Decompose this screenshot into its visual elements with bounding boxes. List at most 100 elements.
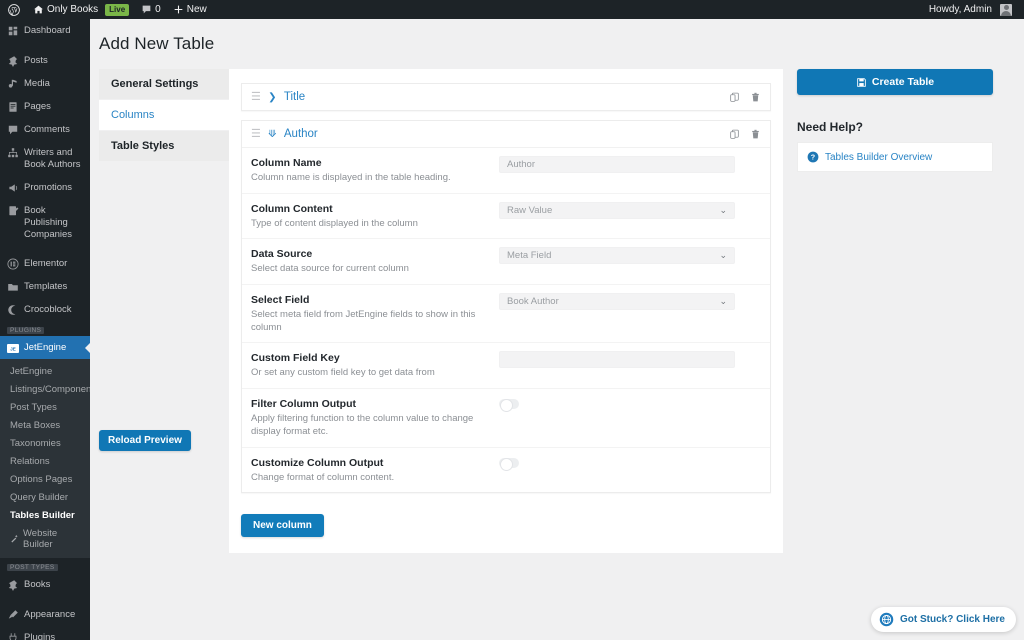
live-badge: Live: [105, 4, 129, 16]
filter-column-output-toggle[interactable]: [499, 399, 519, 409]
sidebar-item-comments[interactable]: Comments: [0, 118, 90, 141]
sidebar-item-label: Promotions: [24, 181, 72, 194]
field-control: Author: [499, 156, 761, 173]
field-control: Book Author⌄: [499, 293, 761, 310]
sidebar-item-label: Dashboard: [24, 24, 70, 37]
submenu-item-meta-boxes[interactable]: Meta Boxes: [0, 416, 90, 434]
submenu-item-jetengine[interactable]: JetEngine: [0, 362, 90, 380]
sidebar-item-elementor[interactable]: Elementor: [0, 252, 90, 275]
column-item-title[interactable]: ☰ ❯ Title: [241, 83, 771, 111]
sidebar-item-label: Crocoblock: [24, 303, 72, 316]
chevron-down-icon: ⌄: [719, 205, 727, 216]
settings-tabs[interactable]: General SettingsColumnsTable Styles: [99, 69, 229, 553]
submenu-item-label: Post Types: [10, 402, 57, 413]
publish-sidebar: Create Table Need Help? ? Tables Builder…: [797, 69, 993, 553]
new-content-button[interactable]: New: [167, 0, 213, 19]
wordpress-logo-button[interactable]: [0, 0, 27, 19]
help-link[interactable]: Tables Builder Overview: [825, 152, 932, 163]
submenu-item-taxonomies[interactable]: Taxonomies: [0, 434, 90, 452]
customize-column-output-toggle[interactable]: [499, 458, 519, 468]
sidebar-item-label: Pages: [24, 100, 51, 113]
site-name-button[interactable]: Only Books Live: [27, 0, 135, 19]
field-row-customize-column-output: Customize Column OutputChange format of …: [242, 448, 770, 492]
new-column-button[interactable]: New column: [241, 514, 324, 537]
drag-handle-icon[interactable]: ☰: [251, 92, 261, 103]
sidebar-item-posts[interactable]: Posts: [0, 49, 90, 72]
sidebar-item-appearance[interactable]: Appearance: [0, 603, 90, 626]
select-field-select[interactable]: Book Author⌄: [499, 293, 735, 310]
duplicate-icon[interactable]: [729, 129, 740, 140]
tab-table-styles[interactable]: Table Styles: [99, 131, 229, 162]
field-description: Type of content displayed in the column: [251, 217, 489, 230]
submenu-item-listings-components[interactable]: Listings/Components: [0, 380, 90, 398]
sidebar-item-books[interactable]: Books: [0, 573, 90, 596]
duplicate-icon[interactable]: [729, 92, 740, 103]
sidebar-item-label: Book Publishing Companies: [24, 204, 84, 241]
site-name-label: Only Books: [47, 4, 98, 15]
chevron-down-icon: ⌄: [719, 250, 727, 261]
sidebar-item-label: Plugins: [24, 631, 55, 640]
field-label: Column ContentType of content displayed …: [251, 202, 499, 230]
field-row-column-name: Column NameColumn name is displayed in t…: [242, 148, 770, 193]
howdy-label: Howdy, Admin: [929, 4, 992, 15]
sidebar-item-writers-and-book-authors[interactable]: Writers and Book Authors: [0, 141, 90, 176]
drag-handle-icon[interactable]: ☰: [251, 129, 261, 140]
column-header[interactable]: ☰ ⟱ Author: [242, 121, 770, 148]
field-label: Customize Column OutputChange format of …: [251, 456, 499, 484]
field-label: Data SourceSelect data source for curren…: [251, 247, 499, 275]
comment-icon: [7, 124, 19, 136]
sidebar-item-jetengine[interactable]: JE JetEngine: [0, 336, 90, 359]
sidebar-item-media[interactable]: Media: [0, 72, 90, 95]
tab-general-settings[interactable]: General Settings: [99, 69, 229, 100]
sidebar-item-pages[interactable]: Pages: [0, 95, 90, 118]
admin-sidebar-menu[interactable]: Dashboard PostsMedia Pages Comments Writers …: [0, 19, 90, 640]
field-description: Change format of column content.: [251, 471, 489, 484]
select-value: Meta Field: [507, 250, 551, 261]
svg-text:JE: JE: [10, 346, 16, 351]
sidebar-item-promotions[interactable]: Promotions: [0, 176, 90, 199]
jetengine-submenu[interactable]: JetEngineListings/Components Post Types Me…: [0, 359, 90, 558]
column-settings-fields: Column NameColumn name is displayed in t…: [242, 148, 770, 492]
delete-icon[interactable]: [750, 92, 761, 103]
submenu-item-relations[interactable]: Relations: [0, 452, 90, 470]
submenu-item-tables-builder[interactable]: Tables Builder: [0, 506, 90, 524]
help-card[interactable]: ? Tables Builder Overview: [797, 142, 993, 172]
submenu-item-post-types[interactable]: Post Types: [0, 398, 90, 416]
create-table-button[interactable]: Create Table: [797, 69, 993, 95]
sidebar-item-book-publishing-companies[interactable]: Book Publishing Companies: [0, 199, 90, 246]
column-name-input[interactable]: Author: [499, 156, 735, 173]
custom-field-key-input[interactable]: [499, 351, 735, 368]
submenu-item-query-builder[interactable]: Query Builder: [0, 488, 90, 506]
sidebar-item-crocoblock[interactable]: Crocoblock: [0, 298, 90, 321]
submenu-item-options-pages[interactable]: Options Pages: [0, 470, 90, 488]
sidebar-item-dashboard[interactable]: Dashboard: [0, 19, 90, 42]
sidebar-item-templates[interactable]: Templates: [0, 275, 90, 298]
data-source-select[interactable]: Meta Field ⌄: [499, 247, 735, 264]
tab-columns[interactable]: Columns: [99, 100, 229, 131]
reload-preview-button[interactable]: Reload Preview: [99, 430, 191, 451]
columns-panel: ☰ ❯ Title: [229, 69, 783, 553]
column-header[interactable]: ☰ ❯ Title: [242, 84, 770, 110]
column-item-author[interactable]: ☰ ⟱ Author Column NameColumn name i: [241, 120, 771, 493]
sidebar-item-label: JetEngine: [24, 341, 66, 354]
column-title: Author: [284, 128, 318, 140]
chevron-right-icon[interactable]: ❯: [268, 92, 277, 103]
plug-icon: [7, 632, 19, 640]
sidebar-item-plugins[interactable]: Plugins: [0, 626, 90, 640]
chevron-down-icon: ⌄: [719, 296, 727, 307]
submenu-item-label: Meta Boxes: [10, 420, 60, 431]
column-content-select[interactable]: Raw Value⌄: [499, 202, 735, 219]
submenu-item-website-builder[interactable]: Website Builder: [0, 524, 90, 553]
sidebar-item-label: Writers and Book Authors: [24, 146, 84, 171]
comments-button[interactable]: 0: [135, 0, 167, 19]
delete-icon[interactable]: [750, 129, 761, 140]
wand-icon: [10, 534, 19, 543]
account-menu-button[interactable]: Howdy, Admin: [923, 0, 1018, 19]
submenu-item-label: Taxonomies: [10, 438, 61, 449]
settings-area: General SettingsColumnsTable Styles ☰ ❯ …: [99, 69, 783, 553]
pin-icon: [7, 55, 19, 67]
create-table-label: Create Table: [872, 76, 934, 88]
chevron-down-icon[interactable]: ⟱: [268, 129, 277, 140]
support-button[interactable]: Got Stuck? Click Here: [871, 607, 1016, 632]
field-control: Meta Field ⌄: [499, 247, 761, 264]
